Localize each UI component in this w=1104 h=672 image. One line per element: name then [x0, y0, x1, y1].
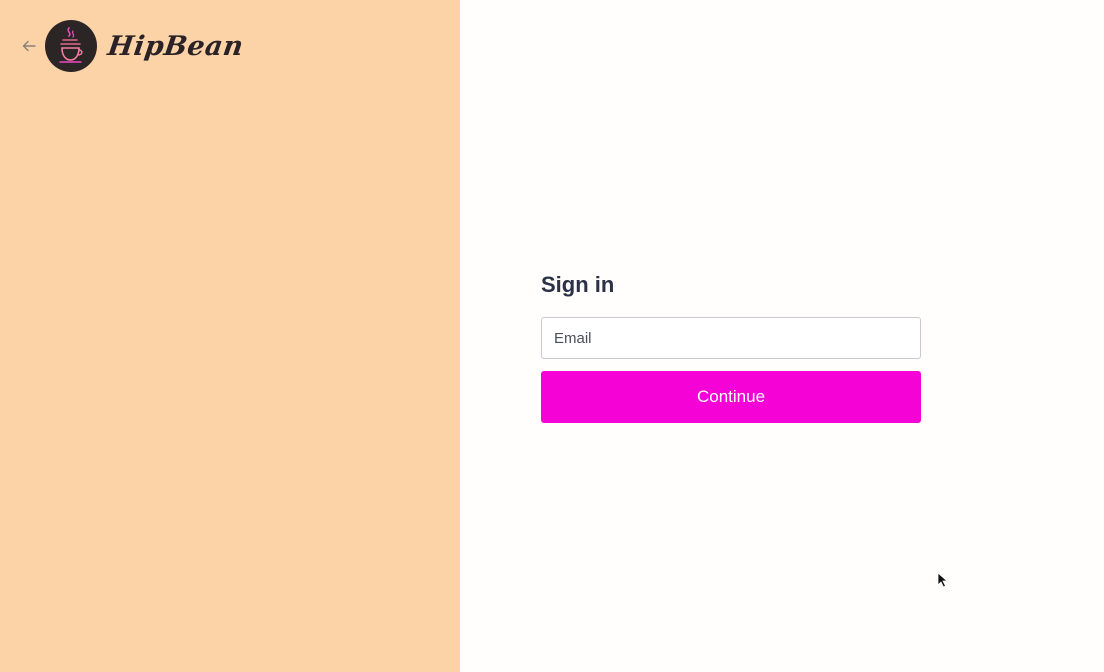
email-field[interactable] [541, 317, 921, 359]
mouse-cursor-icon [937, 572, 949, 588]
brand-panel: HipBean [0, 0, 460, 672]
continue-button[interactable]: Continue [541, 371, 921, 423]
form-panel: Sign in Continue [460, 0, 1104, 672]
sign-in-page: HipBean Sign in Continue [0, 0, 1104, 672]
coffee-cup-icon [45, 20, 97, 72]
back-button[interactable] [20, 37, 38, 55]
page-title: Sign in [541, 272, 615, 297]
arrow-left-icon [22, 40, 36, 52]
brand-logo[interactable]: HipBean [45, 20, 246, 72]
sign-in-form: Sign in Continue [541, 270, 921, 423]
brand-name: HipBean [105, 30, 246, 62]
